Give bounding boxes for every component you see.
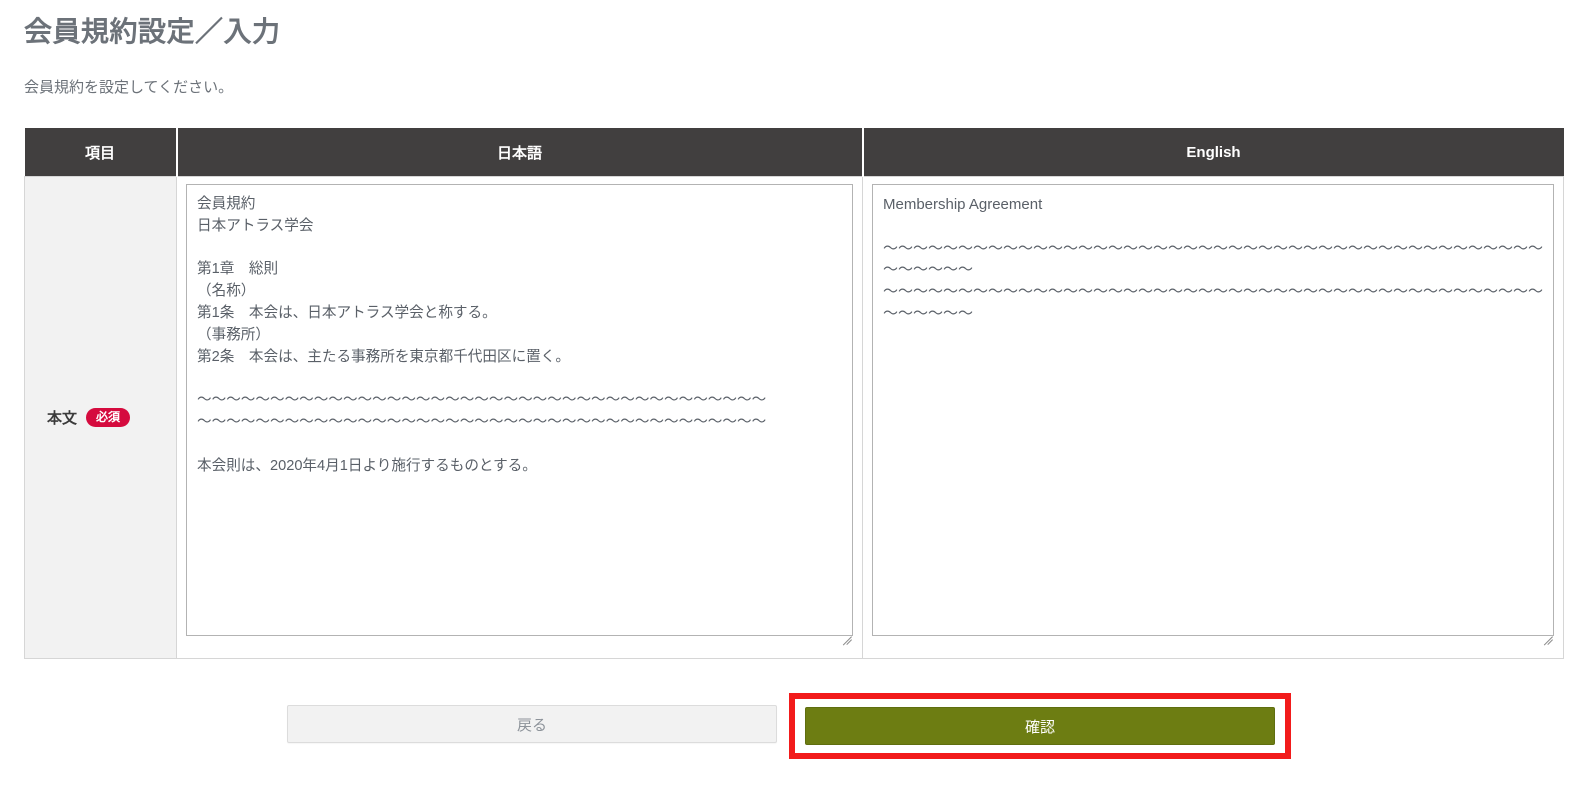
page-title: 会員規約設定／入力 [24,16,281,47]
english-cell [862,176,1564,659]
membership-agreement-table: 項目 日本語 English 本文 必須 [24,128,1564,659]
page-subtitle: 会員規約を設定してください。 [24,79,234,96]
footer-button-row: 戻る 確認 [0,692,1587,772]
column-header-english: English [862,128,1564,177]
row-label-cell: 本文 必須 [24,176,177,659]
back-button[interactable]: 戻る [287,705,777,743]
required-badge: 必須 [86,408,131,427]
row-label-text: 本文 [47,410,78,427]
column-header-japanese: 日本語 [176,128,864,177]
japanese-cell [176,176,863,659]
page-root: 会員規約設定／入力 会員規約を設定してください。 項目 日本語 English … [0,0,1587,791]
column-header-item: 項目 [24,128,178,177]
table-header-row: 項目 日本語 English [24,128,1564,177]
confirm-button[interactable]: 確認 [805,707,1275,745]
english-body-textarea[interactable] [872,184,1554,636]
japanese-body-textarea[interactable] [186,184,853,636]
table-row: 本文 必須 [24,176,1564,659]
confirm-button-highlight: 確認 [789,693,1291,759]
